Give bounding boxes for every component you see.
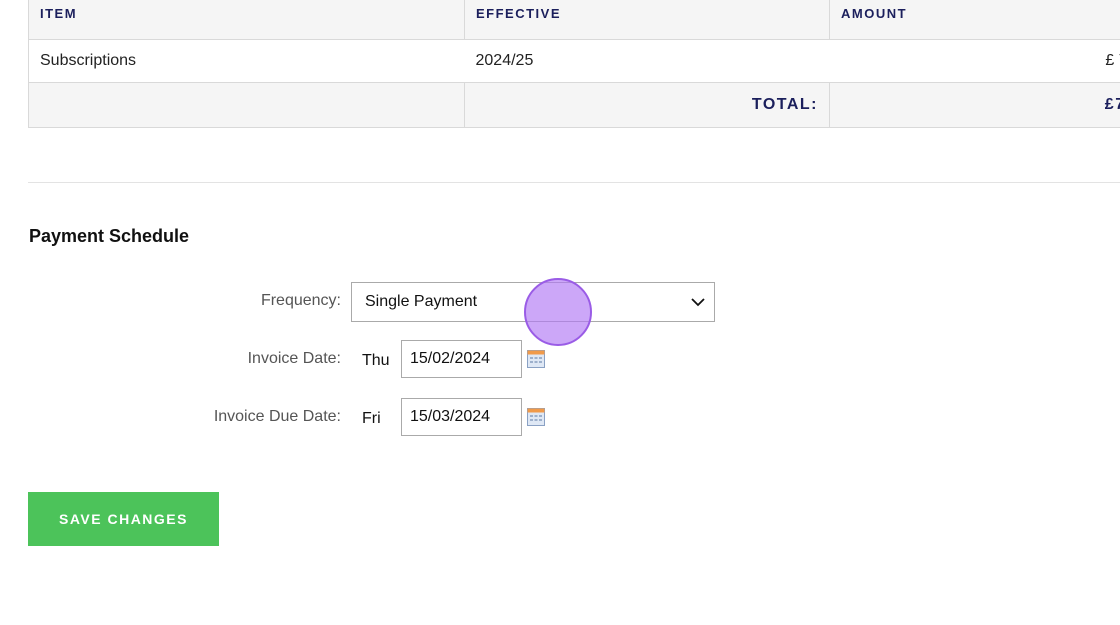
calendar-icon[interactable]: [527, 350, 545, 368]
due-date-input[interactable]: 15/03/2024: [401, 398, 522, 436]
due-date-day: Fri: [362, 410, 381, 427]
chevron-down-icon: [691, 298, 705, 307]
due-date-label: Invoice Due Date:: [213, 408, 341, 425]
subscription-table: ITEM EFFECTIVE AMOUNT Subscriptions 2024…: [28, 0, 1120, 128]
cursor-indicator: [524, 278, 592, 346]
total-label: TOTAL:: [464, 82, 830, 128]
invoice-date-day: Thu: [362, 352, 390, 369]
save-changes-button[interactable]: SAVE CHANGES: [28, 492, 219, 546]
calendar-icon[interactable]: [527, 408, 545, 426]
total-row: TOTAL: £75: [28, 82, 1120, 128]
total-empty-cell: [28, 82, 465, 128]
cell-amount: £ 75: [829, 39, 1120, 83]
table-header-row: ITEM EFFECTIVE AMOUNT: [28, 0, 1120, 40]
table-row: Subscriptions 2024/25 £ 75: [28, 39, 1120, 83]
section-title: Payment Schedule: [29, 226, 190, 246]
cell-item: Subscriptions: [28, 39, 465, 83]
section-divider: [28, 182, 1120, 183]
cell-effective: 2024/25: [464, 39, 830, 83]
total-amount: £75: [829, 82, 1120, 128]
invoice-date-label: Invoice Date:: [247, 350, 341, 367]
invoice-date-input[interactable]: 15/02/2024: [401, 340, 522, 378]
column-header-amount: AMOUNT: [829, 0, 1120, 40]
column-header-item: ITEM: [28, 0, 465, 40]
column-header-effective: EFFECTIVE: [464, 0, 830, 40]
frequency-value: Single Payment: [365, 293, 478, 310]
frequency-label: Frequency:: [260, 292, 341, 309]
